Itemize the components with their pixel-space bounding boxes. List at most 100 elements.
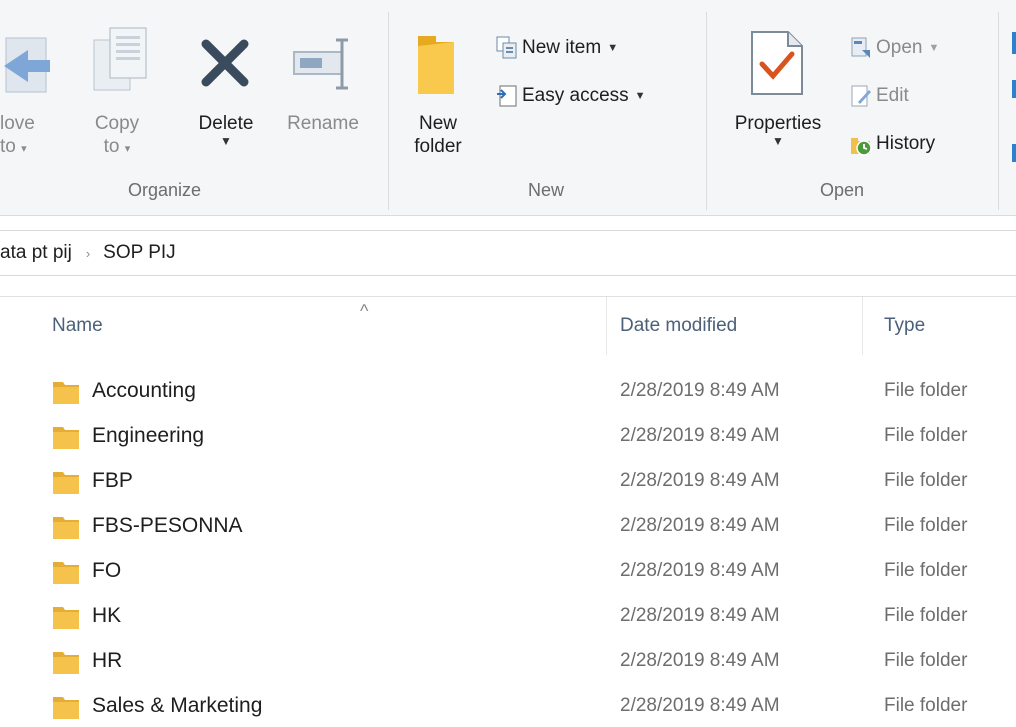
file-name: Accounting (92, 379, 196, 402)
open-label: Open (876, 37, 923, 58)
chevron-down-icon: ▼ (220, 134, 232, 148)
organize-group-label: Organize (128, 180, 202, 200)
move-to-label-2-row: to ▾ (0, 135, 52, 161)
chevron-down-icon: ▾ (124, 143, 131, 155)
history-icon (850, 132, 872, 156)
new-separator (706, 12, 707, 210)
file-date: 2/28/2019 8:49 AM (620, 470, 780, 491)
file-row[interactable]: FBS-PESONNA 2/28/2019 8:49 AM File folde… (0, 505, 1016, 550)
file-type: File folder (884, 515, 968, 536)
file-date: 2/28/2019 8:49 AM (620, 695, 780, 716)
file-row[interactable]: FO 2/28/2019 8:49 AM File folder (0, 550, 1016, 595)
new-item-icon (496, 36, 518, 60)
easy-access-icon (496, 84, 518, 108)
open-icon (850, 36, 872, 60)
easy-access-button[interactable]: Easy access ▼ (496, 84, 646, 108)
copy-to-icon (92, 26, 154, 96)
rename-button[interactable]: Rename (276, 112, 370, 135)
file-row[interactable]: HK 2/28/2019 8:49 AM File folder (0, 595, 1016, 640)
move-to-label-2: to (0, 136, 16, 157)
column-header-date-modified[interactable]: Date modified (620, 315, 737, 355)
file-date: 2/28/2019 8:49 AM (620, 380, 780, 401)
new-item-label: New item (522, 37, 602, 58)
breadcrumb-current[interactable]: SOP PIJ (103, 242, 176, 264)
edit-icon (850, 84, 872, 108)
copy-to-label-2-row: to ▾ (84, 135, 150, 161)
file-list: Accounting 2/28/2019 8:49 AM File folder… (0, 370, 1016, 727)
file-type: File folder (884, 605, 968, 626)
folder-icon (52, 468, 80, 496)
file-type: File folder (884, 695, 968, 716)
file-type: File folder (884, 380, 968, 401)
folder-icon (52, 558, 80, 586)
delete-label: Delete (198, 113, 254, 134)
file-name: FBS-PESONNA (92, 514, 243, 537)
delete-x-icon (200, 38, 250, 88)
column-header-name[interactable]: Name (52, 315, 103, 355)
file-row[interactable]: Sales & Marketing 2/28/2019 8:49 AM File… (0, 685, 1016, 727)
new-folder-icon (416, 32, 456, 98)
chevron-down-icon: ▾ (21, 143, 27, 155)
folder-icon (52, 423, 80, 451)
file-type: File folder (884, 425, 968, 446)
new-folder-button[interactable]: New folder (404, 112, 472, 158)
move-to-icon (0, 36, 62, 96)
file-name: FBP (92, 469, 133, 492)
column-header-type[interactable]: Type (884, 315, 925, 355)
rename-label: Rename (287, 113, 359, 134)
file-name: HR (92, 649, 123, 672)
move-to-button[interactable]: love to ▾ (0, 112, 52, 161)
copy-to-label-2: to (103, 136, 120, 157)
delete-button[interactable]: Delete ▼ (186, 112, 266, 147)
column-divider[interactable] (606, 297, 607, 355)
folder-icon (52, 648, 80, 676)
file-date: 2/28/2019 8:49 AM (620, 650, 780, 671)
file-type: File folder (884, 650, 968, 671)
move-to-label-1: love (0, 113, 35, 134)
file-type: File folder (884, 560, 968, 581)
breadcrumb-parent[interactable]: ata pt pij (0, 242, 72, 264)
chevron-down-icon: ▼ (928, 42, 940, 54)
open-button[interactable]: Open ▼ (850, 36, 939, 60)
folder-icon (52, 693, 80, 721)
ribbon: love to ▾ Copy to ▾ Delete ▼ Rename Orga… (0, 0, 1016, 216)
new-group-label: New (528, 180, 565, 200)
file-name: Sales & Marketing (92, 694, 263, 717)
chevron-down-icon: ▼ (607, 42, 619, 54)
chevron-down-icon: ▼ (772, 134, 784, 148)
sort-ascending-icon: ^ (360, 301, 369, 321)
file-row[interactable]: Accounting 2/28/2019 8:49 AM File folder (0, 370, 1016, 415)
edit-button[interactable]: Edit (850, 84, 909, 108)
column-divider[interactable] (862, 297, 863, 355)
easy-access-label: Easy access (522, 85, 629, 106)
file-name: FO (92, 559, 122, 582)
open-group-label: Open (820, 180, 865, 200)
select-icon (1010, 32, 1016, 162)
edit-label: Edit (876, 85, 909, 106)
chevron-down-icon: ▼ (634, 90, 646, 102)
copy-to-button[interactable]: Copy to ▾ (84, 112, 150, 161)
file-name: HK (92, 604, 122, 627)
folder-icon (52, 603, 80, 631)
history-button[interactable]: History (850, 132, 935, 156)
file-type: File folder (884, 470, 968, 491)
file-date: 2/28/2019 8:49 AM (620, 515, 780, 536)
breadcrumb-separator[interactable]: › (86, 246, 90, 261)
history-label: History (876, 133, 936, 154)
new-item-button[interactable]: New item ▼ (496, 36, 618, 60)
file-row[interactable]: HR 2/28/2019 8:49 AM File folder (0, 640, 1016, 685)
new-folder-label-2: folder (414, 136, 462, 157)
new-folder-label-1: New (418, 113, 457, 134)
rename-icon (290, 36, 360, 92)
address-bar[interactable]: ata pt pij › SOP PIJ (0, 230, 1016, 276)
properties-label: Properties (734, 113, 822, 134)
file-date: 2/28/2019 8:49 AM (620, 560, 780, 581)
properties-check-icon (748, 30, 806, 96)
organize-separator (388, 12, 389, 210)
folder-icon (52, 378, 80, 406)
properties-button[interactable]: Properties ▼ (718, 112, 838, 147)
copy-to-label-1: Copy (94, 113, 140, 134)
file-row[interactable]: Engineering 2/28/2019 8:49 AM File folde… (0, 415, 1016, 460)
open-separator (998, 12, 999, 210)
file-row[interactable]: FBP 2/28/2019 8:49 AM File folder (0, 460, 1016, 505)
